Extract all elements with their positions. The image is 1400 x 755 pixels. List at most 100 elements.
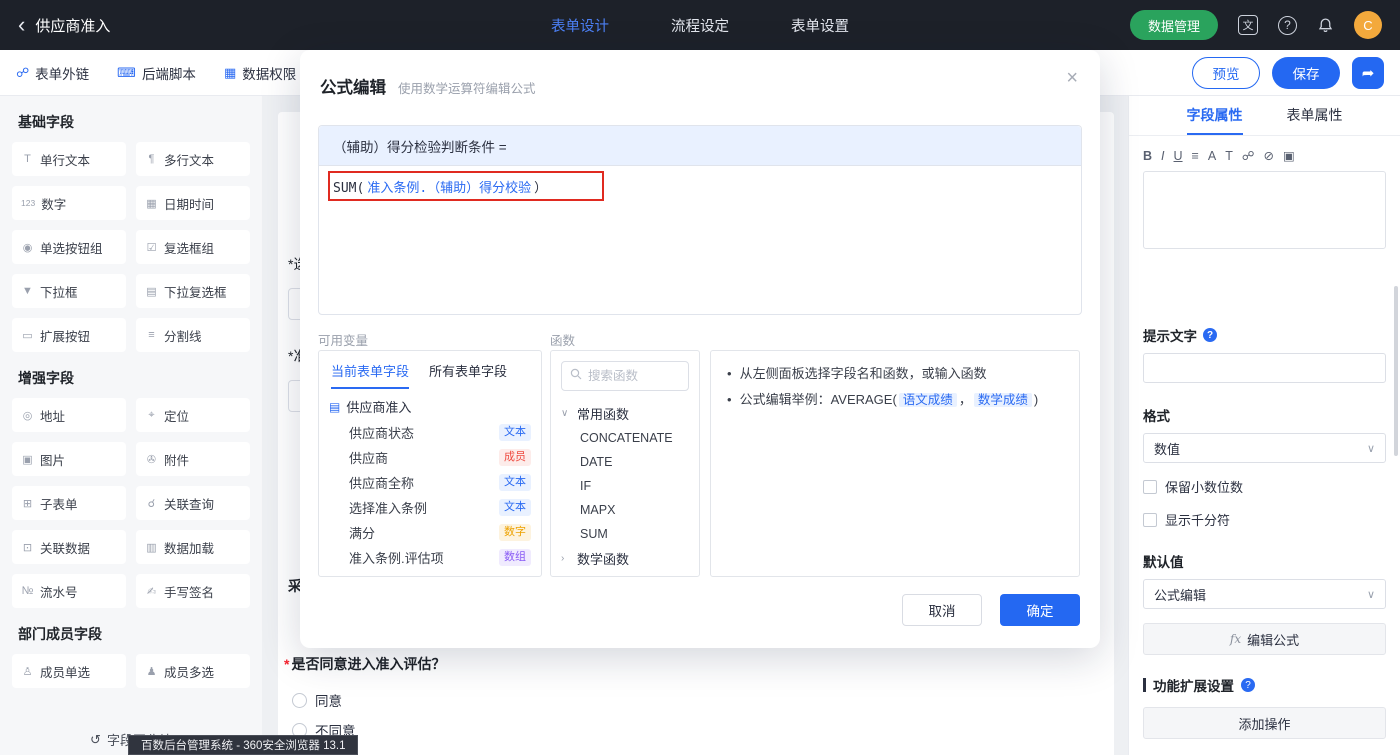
function-item-sum[interactable]: SUM (551, 522, 699, 546)
field-item-related-data[interactable]: ⊡关联数据 (12, 530, 126, 564)
function-item-date[interactable]: DATE (551, 450, 699, 474)
field-item-member-single[interactable]: ♙成员单选 (12, 654, 126, 688)
bold-icon[interactable]: B (1143, 149, 1152, 163)
field-item-multi-text[interactable]: ¶多行文本 (136, 142, 250, 176)
cancel-button[interactable]: 取消 (902, 594, 982, 626)
field-title-editor[interactable] (1143, 171, 1386, 249)
confirm-button[interactable]: 确定 (1000, 594, 1080, 626)
bell-icon[interactable] (1317, 17, 1334, 34)
field-item-label: 地址 (40, 406, 65, 425)
field-item-subform[interactable]: ⊞子表单 (12, 486, 126, 520)
tree-field[interactable]: 供应商成员 (319, 445, 541, 470)
form-external-link-button[interactable]: ☍ 表单外链 (16, 63, 89, 83)
font-color-icon[interactable]: A (1208, 149, 1216, 163)
field-item-image[interactable]: ▣图片 (12, 442, 126, 476)
field-item-related-query[interactable]: ☌关联查询 (136, 486, 250, 520)
save-button[interactable]: 保存 (1272, 57, 1340, 89)
tree-field[interactable]: 满分数字 (319, 520, 541, 545)
italic-icon[interactable]: I (1161, 149, 1164, 163)
required-mark: * (284, 656, 289, 672)
tree-field[interactable]: 选择准入条例文本 (319, 495, 541, 520)
field-item-serial-number[interactable]: №流水号 (12, 574, 126, 608)
translate-icon[interactable]: 文 (1238, 15, 1258, 35)
function-item-if[interactable]: IF (551, 474, 699, 498)
formula-field-chip[interactable]: 准入条例.（辅助）得分校验 (364, 181, 534, 196)
functions-label: 函数 (550, 330, 700, 349)
checkbox-icon[interactable] (1143, 513, 1157, 527)
default-value-select[interactable]: 公式编辑 ∨ (1143, 579, 1386, 609)
tree-field[interactable]: 准入条例.评估项数组 (319, 545, 541, 570)
tab-all-form-fields[interactable]: 所有表单字段 (429, 361, 507, 389)
help-icon[interactable]: ? (1278, 16, 1297, 35)
tree-field[interactable]: 供应商状态文本 (319, 420, 541, 445)
edit-formula-button[interactable]: fx 编辑公式 (1143, 623, 1386, 655)
field-item-location[interactable]: ⌖定位 (136, 398, 250, 432)
field-item-dropdown-multi[interactable]: ▤下拉复选框 (136, 274, 250, 308)
tab-process-settings[interactable]: 流程设定 (671, 15, 729, 36)
bullet: • (727, 390, 732, 410)
help-icon[interactable]: ? (1241, 678, 1255, 692)
link-icon[interactable]: ☍ (1242, 148, 1255, 163)
backend-script-button[interactable]: ⌨ 后端脚本 (117, 63, 196, 83)
form-toolbar-left: ☍ 表单外链 ⌨ 后端脚本 ▦ 数据权限 (16, 63, 296, 83)
avatar[interactable]: C (1354, 11, 1382, 39)
search-input[interactable] (588, 369, 680, 383)
back-icon[interactable]: ‹ (18, 14, 25, 36)
function-search[interactable] (561, 361, 689, 391)
unlink-icon[interactable]: ⊘ (1264, 148, 1274, 163)
field-item-member-multi[interactable]: ♟成员多选 (136, 654, 250, 688)
decimal-option[interactable]: 保留小数位数 (1143, 477, 1386, 496)
field-item-number[interactable]: 123数字 (12, 186, 126, 220)
scrollbar-thumb[interactable] (1394, 286, 1398, 456)
align-icon[interactable]: ≡ (1192, 149, 1199, 163)
field-item-label: 手写签名 (164, 582, 214, 601)
close-icon[interactable]: × (1066, 68, 1078, 88)
field-name: 供应商 (349, 448, 388, 467)
image-icon[interactable]: ▣ (1283, 148, 1295, 163)
field-item-checkbox-group[interactable]: ☑复选框组 (136, 230, 250, 264)
tree-field[interactable]: 供应商全称文本 (319, 470, 541, 495)
field-item-data-load[interactable]: ▥数据加载 (136, 530, 250, 564)
tip-line-1: • 从左侧面板选择字段名和函数，或输入函数 (727, 364, 1063, 384)
tab-form-settings[interactable]: 表单设置 (791, 15, 849, 36)
function-group-text[interactable]: › 文本函数 (551, 571, 699, 577)
tab-field-properties[interactable]: 字段属性 (1187, 96, 1243, 135)
share-button[interactable]: ➦ (1352, 57, 1384, 89)
data-permission-button[interactable]: ▦ 数据权限 (224, 63, 296, 83)
function-item-mapx[interactable]: MAPX (551, 498, 699, 522)
section-basic-fields: 基础字段 (18, 112, 262, 132)
add-action-button[interactable]: 添加操作 (1143, 707, 1386, 739)
field-type-badge: 数字 (499, 524, 531, 541)
tab-form-properties[interactable]: 表单属性 (1287, 96, 1343, 135)
formula-editor[interactable]: SUM(准入条例.（辅助）得分校验） (319, 166, 1081, 314)
font-size-icon[interactable]: T (1225, 149, 1233, 163)
field-item-radio-group[interactable]: ◉单选按钮组 (12, 230, 126, 264)
tree-root[interactable]: ▤ 供应商准入 (319, 393, 541, 420)
field-item-dropdown[interactable]: ▼下拉框 (12, 274, 126, 308)
field-item-attachment[interactable]: ✇附件 (136, 442, 250, 476)
radio-circle-icon[interactable] (292, 693, 307, 708)
function-group-math[interactable]: › 数学函数 (551, 546, 699, 571)
field-item-label: 关联数据 (40, 538, 90, 557)
tab-current-form-fields[interactable]: 当前表单字段 (331, 361, 409, 389)
field-item-signature[interactable]: ✍手写签名 (136, 574, 250, 608)
checkbox-icon[interactable] (1143, 480, 1157, 494)
divider-icon: ≡ (145, 329, 158, 341)
field-item-datetime[interactable]: ▦日期时间 (136, 186, 250, 220)
data-manage-button[interactable]: 数据管理 (1130, 10, 1218, 40)
underline-icon[interactable]: U (1174, 149, 1183, 163)
field-item-address[interactable]: ◎地址 (12, 398, 126, 432)
function-group-common[interactable]: ∨ 常用函数 (551, 401, 699, 426)
radio-option-agree[interactable]: 同意 (292, 690, 342, 710)
function-item-concatenate[interactable]: CONCATENATE (551, 426, 699, 450)
field-item-single-text[interactable]: T单行文本 (12, 142, 126, 176)
help-icon[interactable]: ? (1203, 328, 1217, 342)
tab-form-design[interactable]: 表单设计 (551, 15, 609, 36)
hint-text-input[interactable] (1143, 353, 1386, 383)
format-select[interactable]: 数值 ∨ (1143, 433, 1386, 463)
question-text: 是否同意进入准入评估？ (291, 656, 445, 672)
preview-button[interactable]: 预览 (1192, 57, 1260, 89)
field-item-extend-button[interactable]: ▭扩展按钮 (12, 318, 126, 352)
thousand-separator-option[interactable]: 显示千分符 (1143, 510, 1386, 529)
field-item-divider[interactable]: ≡分割线 (136, 318, 250, 352)
